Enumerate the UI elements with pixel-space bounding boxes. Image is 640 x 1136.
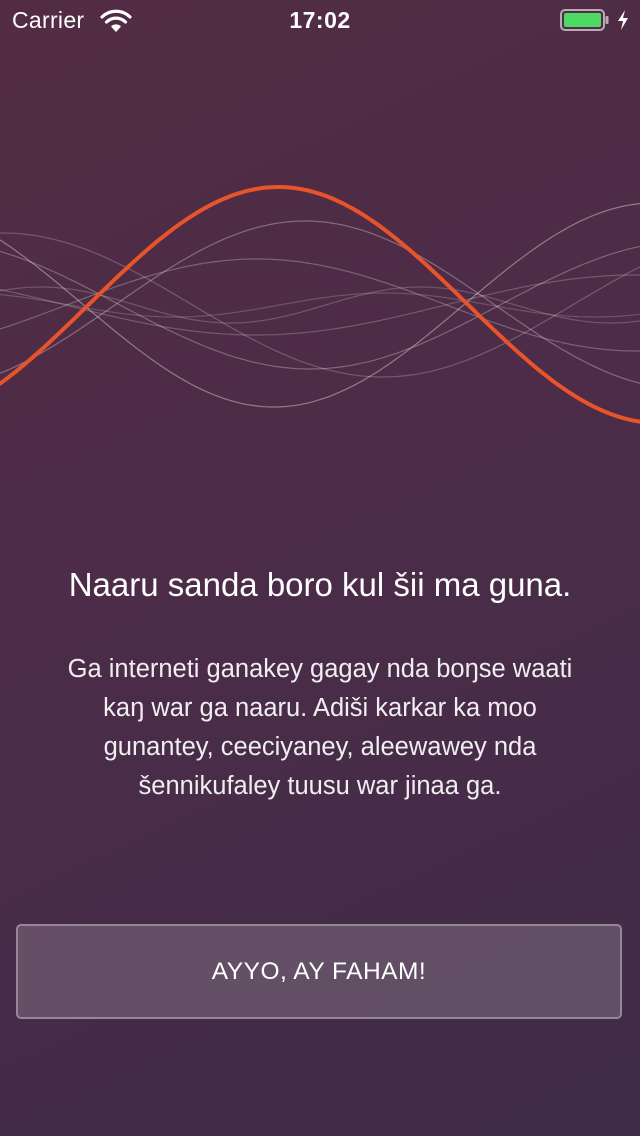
description-line: šennikufaley tuusu war jinaa ga.	[138, 772, 502, 800]
confirm-button[interactable]: AYYO, AY FAHAM!	[16, 924, 622, 1019]
description-line: Ga interneti ganakey gagay nda boŋse waa…	[67, 655, 573, 683]
status-bar: Carrier 17:02	[0, 0, 640, 40]
description-line: kaŋ war ga naaru. Adiši karkar ka moo	[103, 694, 537, 722]
clock: 17:02	[289, 7, 351, 33]
charging-bolt-icon	[618, 10, 628, 30]
waveform-illustration	[0, 185, 640, 424]
battery-icon	[560, 9, 609, 31]
thin-wave	[0, 220, 640, 384]
thin-wave	[0, 258, 640, 352]
page-title: Naaru sanda boro kul šii ma guna.	[68, 566, 572, 603]
thin-wave	[0, 274, 640, 336]
description-line: gunantey, ceeciyaney, aleewawey nda	[103, 733, 537, 761]
thin-wave	[0, 232, 640, 378]
description: Ga interneti ganakey gagay nda boŋse waa…	[30, 650, 610, 806]
